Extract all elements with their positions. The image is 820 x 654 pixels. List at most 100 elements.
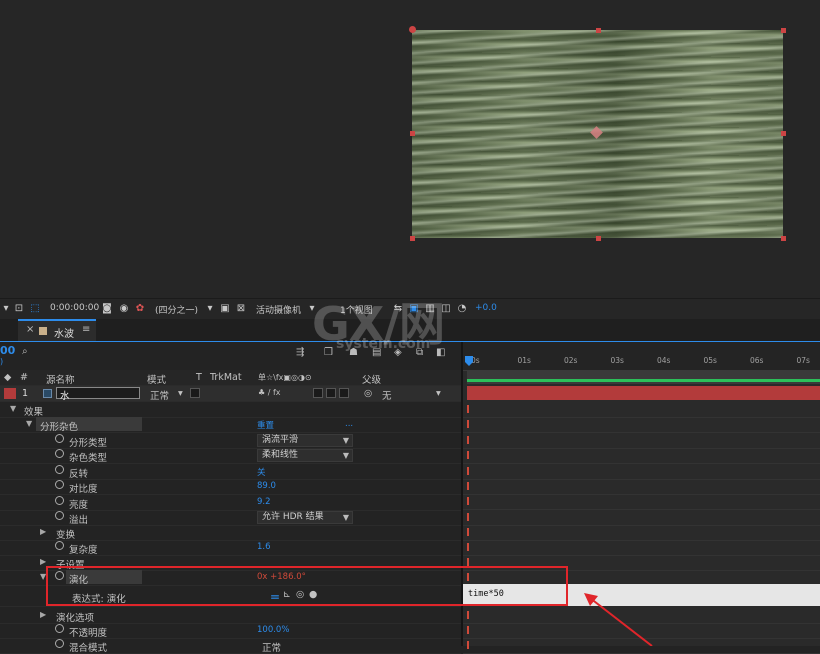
header-trkmat[interactable]: TrkMat (210, 372, 242, 383)
time-ruler[interactable]: 0s 01s 02s 03s 04s 05s 06s 07s (463, 342, 820, 371)
show-snapshot-icon[interactable]: ◉ (118, 303, 130, 314)
effect-property-row[interactable]: 亮度 9.2 (0, 495, 461, 511)
transform-handle-right[interactable] (781, 131, 786, 136)
stopwatch-icon[interactable] (55, 541, 64, 550)
collapse-triangle-icon[interactable]: ▶ (40, 610, 46, 619)
header-switches[interactable]: 单☆\fx▣◎◑⊙ (258, 372, 312, 383)
layer-row[interactable]: 1 水 正常 ▾ ♣ / fx ◎ 无 ▾ (0, 386, 461, 402)
tab-water-ripple[interactable]: × 水波 ≡ (18, 319, 96, 341)
trkmat-box[interactable] (190, 388, 200, 398)
property-dropdown[interactable]: 允许 HDR 结果 ▼ (257, 511, 353, 524)
transform-handle-top-right[interactable] (781, 28, 786, 33)
stopwatch-icon[interactable] (55, 449, 64, 459)
keyframe-marker[interactable] (467, 513, 469, 521)
stopwatch-icon[interactable] (55, 480, 64, 490)
timeline-track-row[interactable] (463, 525, 820, 541)
transform-handle-left[interactable] (410, 131, 415, 136)
timeline-track-row[interactable] (463, 464, 820, 480)
opacity-row[interactable]: 不透明度 100.0% (0, 623, 461, 639)
keyframe-marker[interactable] (467, 626, 469, 634)
composition-viewer[interactable] (0, 0, 820, 298)
effect-property-row[interactable]: 反转 关 (0, 464, 461, 480)
exposure-value[interactable]: +0.0 (475, 303, 497, 313)
layer-mode[interactable]: 正常 (150, 388, 169, 402)
stopwatch-icon[interactable] (55, 624, 64, 633)
stopwatch-icon[interactable] (55, 464, 64, 474)
evolution-options-group[interactable]: ▶ 演化选项 (0, 608, 461, 624)
header-number[interactable]: # (20, 372, 28, 383)
blend-mode-value[interactable]: 正常 (262, 640, 281, 654)
keyframe-marker[interactable] (467, 436, 469, 444)
reset-link[interactable]: 重置 (257, 419, 274, 431)
timeline-track-row[interactable] (463, 540, 820, 556)
effect-fractal-noise[interactable]: ▼ 分形杂色 重置 ... (0, 417, 461, 433)
transform-handle-bottom[interactable] (596, 236, 601, 241)
collapse-triangle-icon[interactable]: ▶ (40, 527, 46, 536)
camera-dropdown[interactable]: 活动摄像机 (256, 303, 301, 316)
keyframe-marker[interactable] (467, 528, 469, 536)
timeline-track-row[interactable] (463, 510, 820, 526)
3d-switch[interactable] (339, 388, 349, 398)
transform-handle-bottom-right[interactable] (781, 236, 786, 241)
keyframe-marker[interactable] (467, 467, 469, 475)
property-dropdown[interactable]: 涡流平滑 ▼ (257, 434, 353, 447)
complexity-row[interactable]: 复杂度 1.6 (0, 540, 461, 556)
blend-mode-row[interactable]: 混合模式 正常 (0, 638, 461, 654)
effects-group[interactable]: ▼ 效果 (0, 402, 461, 418)
color-channel-icon[interactable]: ✿ (134, 303, 146, 314)
transparency-grid-icon[interactable]: ⬚ (29, 303, 41, 314)
header-mode[interactable]: 模式 (147, 372, 166, 386)
effect-property-row[interactable]: 溢出 允许 HDR 结果 ▼ (0, 510, 461, 526)
effect-property-row[interactable]: 分形类型 涡流平滑 ▼ (0, 433, 461, 449)
expand-triangle-icon[interactable]: ▼ (10, 404, 16, 413)
dropdown-arrow-icon[interactable]: ▾ (0, 303, 12, 314)
keyframe-marker[interactable] (467, 420, 469, 428)
stopwatch-icon[interactable] (55, 639, 64, 648)
keyframe-marker[interactable] (467, 482, 469, 490)
layer-label-color[interactable] (4, 388, 16, 399)
keyframe-marker[interactable] (467, 405, 469, 413)
layer-duration-bar[interactable] (467, 386, 820, 400)
snapshot-camera-icon[interactable]: ◙ (101, 303, 113, 314)
property-dropdown[interactable]: 柔和线性 ▼ (257, 449, 353, 463)
comp-mini-flowchart-icon[interactable]: ⇶ (296, 347, 304, 358)
complexity-value[interactable]: 1.6 (257, 542, 271, 552)
layer-name-field[interactable]: 水 (56, 387, 140, 402)
anchor-handle-top-left[interactable] (409, 26, 416, 33)
fast-preview-icon[interactable]: ▣ (219, 303, 231, 314)
keyframe-marker[interactable] (467, 558, 469, 566)
keyframe-marker[interactable] (467, 451, 469, 459)
effect-property-row[interactable]: 对比度 89.0 (0, 479, 461, 496)
pickwhip-icon[interactable]: ◎ (364, 388, 372, 399)
property-value[interactable]: 关 (257, 466, 266, 478)
current-timecode[interactable]: 0:00:00:00 (50, 303, 99, 313)
stopwatch-icon[interactable] (55, 511, 64, 520)
tab-menu-icon[interactable]: ≡ (82, 324, 90, 335)
timeline-track-row[interactable] (463, 494, 820, 510)
timeline-track-row[interactable] (463, 479, 820, 495)
switch-row-icons[interactable]: ♣ / fx (258, 388, 281, 397)
parent-dropdown[interactable]: 无 (382, 388, 392, 402)
chevron-down-icon[interactable]: ▾ (178, 388, 183, 399)
region-of-interest-icon[interactable]: ⊡ (13, 303, 25, 314)
transform-handle-bottom-left[interactable] (410, 236, 415, 241)
timeline-track-row[interactable] (463, 417, 820, 433)
collapse-triangle-icon[interactable]: ▶ (40, 557, 46, 566)
effect-property-row[interactable]: 杂色类型 柔和线性 ▼ (0, 448, 461, 465)
effect-options-link[interactable]: ... (345, 419, 353, 429)
keyframe-marker[interactable] (467, 497, 469, 505)
exposure-reset-icon[interactable]: ◔ (456, 303, 468, 314)
toggle-mask-icon[interactable]: ⊠ (235, 303, 247, 314)
search-input[interactable]: ⌕ (22, 346, 282, 360)
resolution-dropdown[interactable]: (四分之一) (155, 303, 198, 316)
opacity-value[interactable]: 100.0% (257, 625, 289, 635)
transform-group[interactable]: ▶ 变换 (0, 525, 461, 541)
motion-blur-switch[interactable] (313, 388, 323, 398)
transform-handle-top[interactable] (596, 28, 601, 33)
keyframe-marker[interactable] (467, 641, 469, 649)
header-parent[interactable]: 父级 (362, 372, 381, 386)
current-time-display[interactable]: 00 (0, 344, 15, 357)
timeline-track-row[interactable] (463, 402, 820, 418)
property-value[interactable]: 9.2 (257, 497, 271, 507)
expand-triangle-icon[interactable]: ▼ (26, 419, 32, 428)
